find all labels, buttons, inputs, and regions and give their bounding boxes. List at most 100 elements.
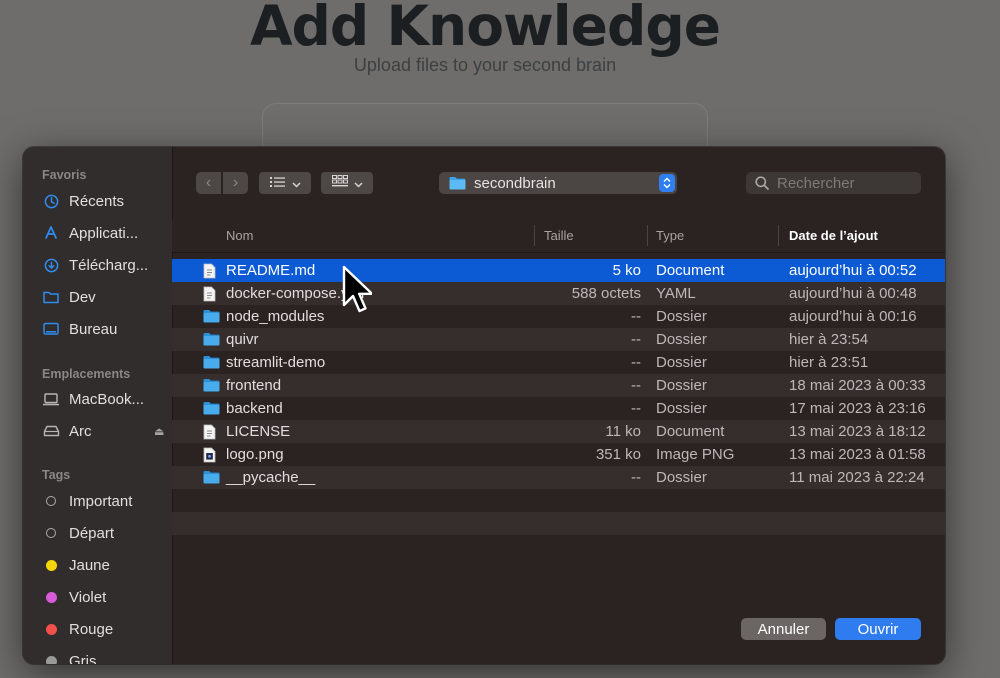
file-type: Image PNG bbox=[656, 446, 735, 463]
column-name-header[interactable]: Nom bbox=[226, 219, 253, 252]
file-row[interactable]: LICENSE 11 ko Document 13 mai 2023 à 18:12 bbox=[172, 420, 945, 443]
file-size: 11 ko bbox=[605, 423, 641, 440]
file-type: Dossier bbox=[656, 308, 707, 325]
sidebar-item-desktop[interactable]: Bureau bbox=[41, 316, 169, 342]
file-row[interactable]: node_modules -- Dossier aujourd’hui à 00:16 bbox=[172, 305, 945, 328]
file-type: Dossier bbox=[656, 400, 707, 417]
sidebar-tag-gris[interactable]: Gris bbox=[41, 648, 169, 664]
eject-icon[interactable]: ⏏ bbox=[154, 425, 164, 438]
file-size: 351 ko bbox=[595, 446, 641, 463]
open-button[interactable]: Ouvrir bbox=[835, 618, 921, 640]
folder-icon bbox=[203, 378, 220, 396]
applications-icon bbox=[41, 225, 61, 241]
back-button[interactable]: ‹ bbox=[196, 172, 221, 194]
column-divider[interactable] bbox=[647, 225, 648, 246]
sidebar-item-applications[interactable]: Applicati... bbox=[41, 220, 169, 246]
sidebar-item-downloads[interactable]: Télécharg... bbox=[41, 252, 169, 278]
sidebar-item-arc[interactable]: Arc ⏏ bbox=[41, 418, 169, 444]
file-row[interactable]: README.md 5 ko Document aujourd’hui à 00:52 bbox=[172, 259, 945, 282]
file-size: -- bbox=[631, 400, 641, 417]
list-view-button[interactable] bbox=[259, 172, 311, 194]
file-size: 588 octets bbox=[571, 285, 641, 302]
search-field[interactable] bbox=[746, 172, 921, 194]
file-size: -- bbox=[631, 331, 641, 348]
column-divider[interactable] bbox=[534, 225, 535, 246]
document-icon bbox=[203, 424, 216, 444]
mouse-cursor-icon bbox=[342, 265, 374, 320]
tags-heading: Tags bbox=[42, 468, 71, 482]
file-row[interactable]: logo.png 351 ko Image PNG 13 mai 2023 à 01:… bbox=[172, 443, 945, 466]
column-divider[interactable] bbox=[778, 225, 779, 246]
sidebar-item-macbook[interactable]: MacBook... bbox=[41, 386, 169, 412]
page-title: Add Knowledge bbox=[249, 0, 721, 58]
column-type-header[interactable]: Type bbox=[656, 219, 684, 252]
file-name: README.md bbox=[226, 262, 316, 279]
file-name: frontend bbox=[226, 377, 282, 394]
sidebar-tag-jaune[interactable]: Jaune bbox=[41, 552, 169, 578]
sidebar-item-label: Télécharg... bbox=[69, 256, 149, 274]
file-name: __pycache__ bbox=[226, 469, 316, 486]
folder-icon bbox=[203, 401, 220, 419]
sidebar-item-recents[interactable]: Récents bbox=[41, 188, 169, 214]
file-name: node_modules bbox=[226, 308, 325, 325]
chevron-left-icon: ‹ bbox=[205, 174, 212, 191]
group-view-button[interactable] bbox=[321, 172, 373, 194]
empty-row bbox=[172, 512, 945, 535]
search-input[interactable] bbox=[777, 174, 917, 192]
sidebar-tag-rouge[interactable]: Rouge bbox=[41, 616, 169, 642]
forward-button[interactable]: › bbox=[223, 172, 248, 194]
location-select[interactable]: secondbrain bbox=[439, 172, 677, 194]
file-type: Dossier bbox=[656, 331, 707, 348]
file-name: quivr bbox=[226, 331, 259, 348]
tag-gray-icon bbox=[41, 655, 61, 664]
drive-icon bbox=[41, 425, 61, 437]
file-type: Document bbox=[656, 423, 725, 440]
file-row[interactable]: streamlit-demo -- Dossier hier à 23:51 bbox=[172, 351, 945, 374]
sidebar-tag-depart[interactable]: Départ bbox=[41, 520, 169, 546]
sidebar-tag-important[interactable]: Important bbox=[41, 488, 169, 514]
file-date: 13 mai 2023 à 18:12 bbox=[789, 423, 926, 440]
file-size: 5 ko bbox=[612, 262, 641, 279]
file-open-dialog: Favoris Récents Applicati... Télécharg..… bbox=[23, 147, 945, 664]
file-row[interactable]: frontend -- Dossier 18 mai 2023 à 00:33 bbox=[172, 374, 945, 397]
sidebar: Favoris Récents Applicati... Télécharg..… bbox=[23, 147, 173, 664]
locations-heading: Emplacements bbox=[42, 367, 131, 381]
grid-icon bbox=[331, 175, 348, 191]
column-size-header[interactable]: Taille bbox=[544, 219, 574, 252]
search-icon bbox=[755, 176, 769, 190]
sidebar-item-dev[interactable]: Dev bbox=[41, 284, 169, 310]
file-list: README.md 5 ko Document aujourd’hui à 00:52… bbox=[172, 259, 945, 535]
file-name: logo.png bbox=[226, 446, 284, 463]
sidebar-item-label: Jaune bbox=[69, 556, 110, 574]
desktop-icon bbox=[41, 322, 61, 336]
file-date: aujourd’hui à 00:48 bbox=[789, 285, 917, 302]
sidebar-item-label: Arc bbox=[69, 422, 92, 440]
chevron-right-icon: › bbox=[232, 174, 239, 191]
file-type: Dossier bbox=[656, 354, 707, 371]
sidebar-item-label: Récents bbox=[69, 192, 125, 210]
file-row[interactable]: quivr -- Dossier hier à 23:54 bbox=[172, 328, 945, 351]
download-icon bbox=[41, 258, 61, 273]
file-date: hier à 23:54 bbox=[789, 331, 869, 348]
page-subtitle: Upload files to your second brain bbox=[353, 55, 617, 75]
file-row[interactable]: backend -- Dossier 17 mai 2023 à 23:16 bbox=[172, 397, 945, 420]
chevron-down-icon bbox=[291, 176, 301, 191]
file-type: Dossier bbox=[656, 377, 707, 394]
file-date: aujourd’hui à 00:52 bbox=[789, 262, 917, 279]
document-icon bbox=[203, 286, 216, 306]
folder-icon bbox=[203, 470, 220, 488]
column-date-header[interactable]: Date de l’ajout bbox=[789, 219, 878, 252]
tag-red-icon bbox=[41, 623, 61, 635]
file-row[interactable]: __pycache__ -- Dossier 11 mai 2023 à 22:24 bbox=[172, 466, 945, 489]
tag-yellow-icon bbox=[41, 559, 61, 571]
file-row[interactable]: docker-compose.yml 588 octets YAML aujourd’… bbox=[172, 282, 945, 305]
file-date: hier à 23:51 bbox=[789, 354, 869, 371]
chevron-down-icon bbox=[353, 176, 363, 191]
folder-icon bbox=[203, 355, 220, 373]
sidebar-tag-violet[interactable]: Violet bbox=[41, 584, 169, 610]
cancel-button[interactable]: Annuler bbox=[741, 618, 826, 640]
favorites-heading: Favoris bbox=[42, 168, 87, 182]
empty-row bbox=[172, 489, 945, 512]
file-type: Document bbox=[656, 262, 725, 279]
sidebar-item-label: Important bbox=[69, 492, 133, 510]
